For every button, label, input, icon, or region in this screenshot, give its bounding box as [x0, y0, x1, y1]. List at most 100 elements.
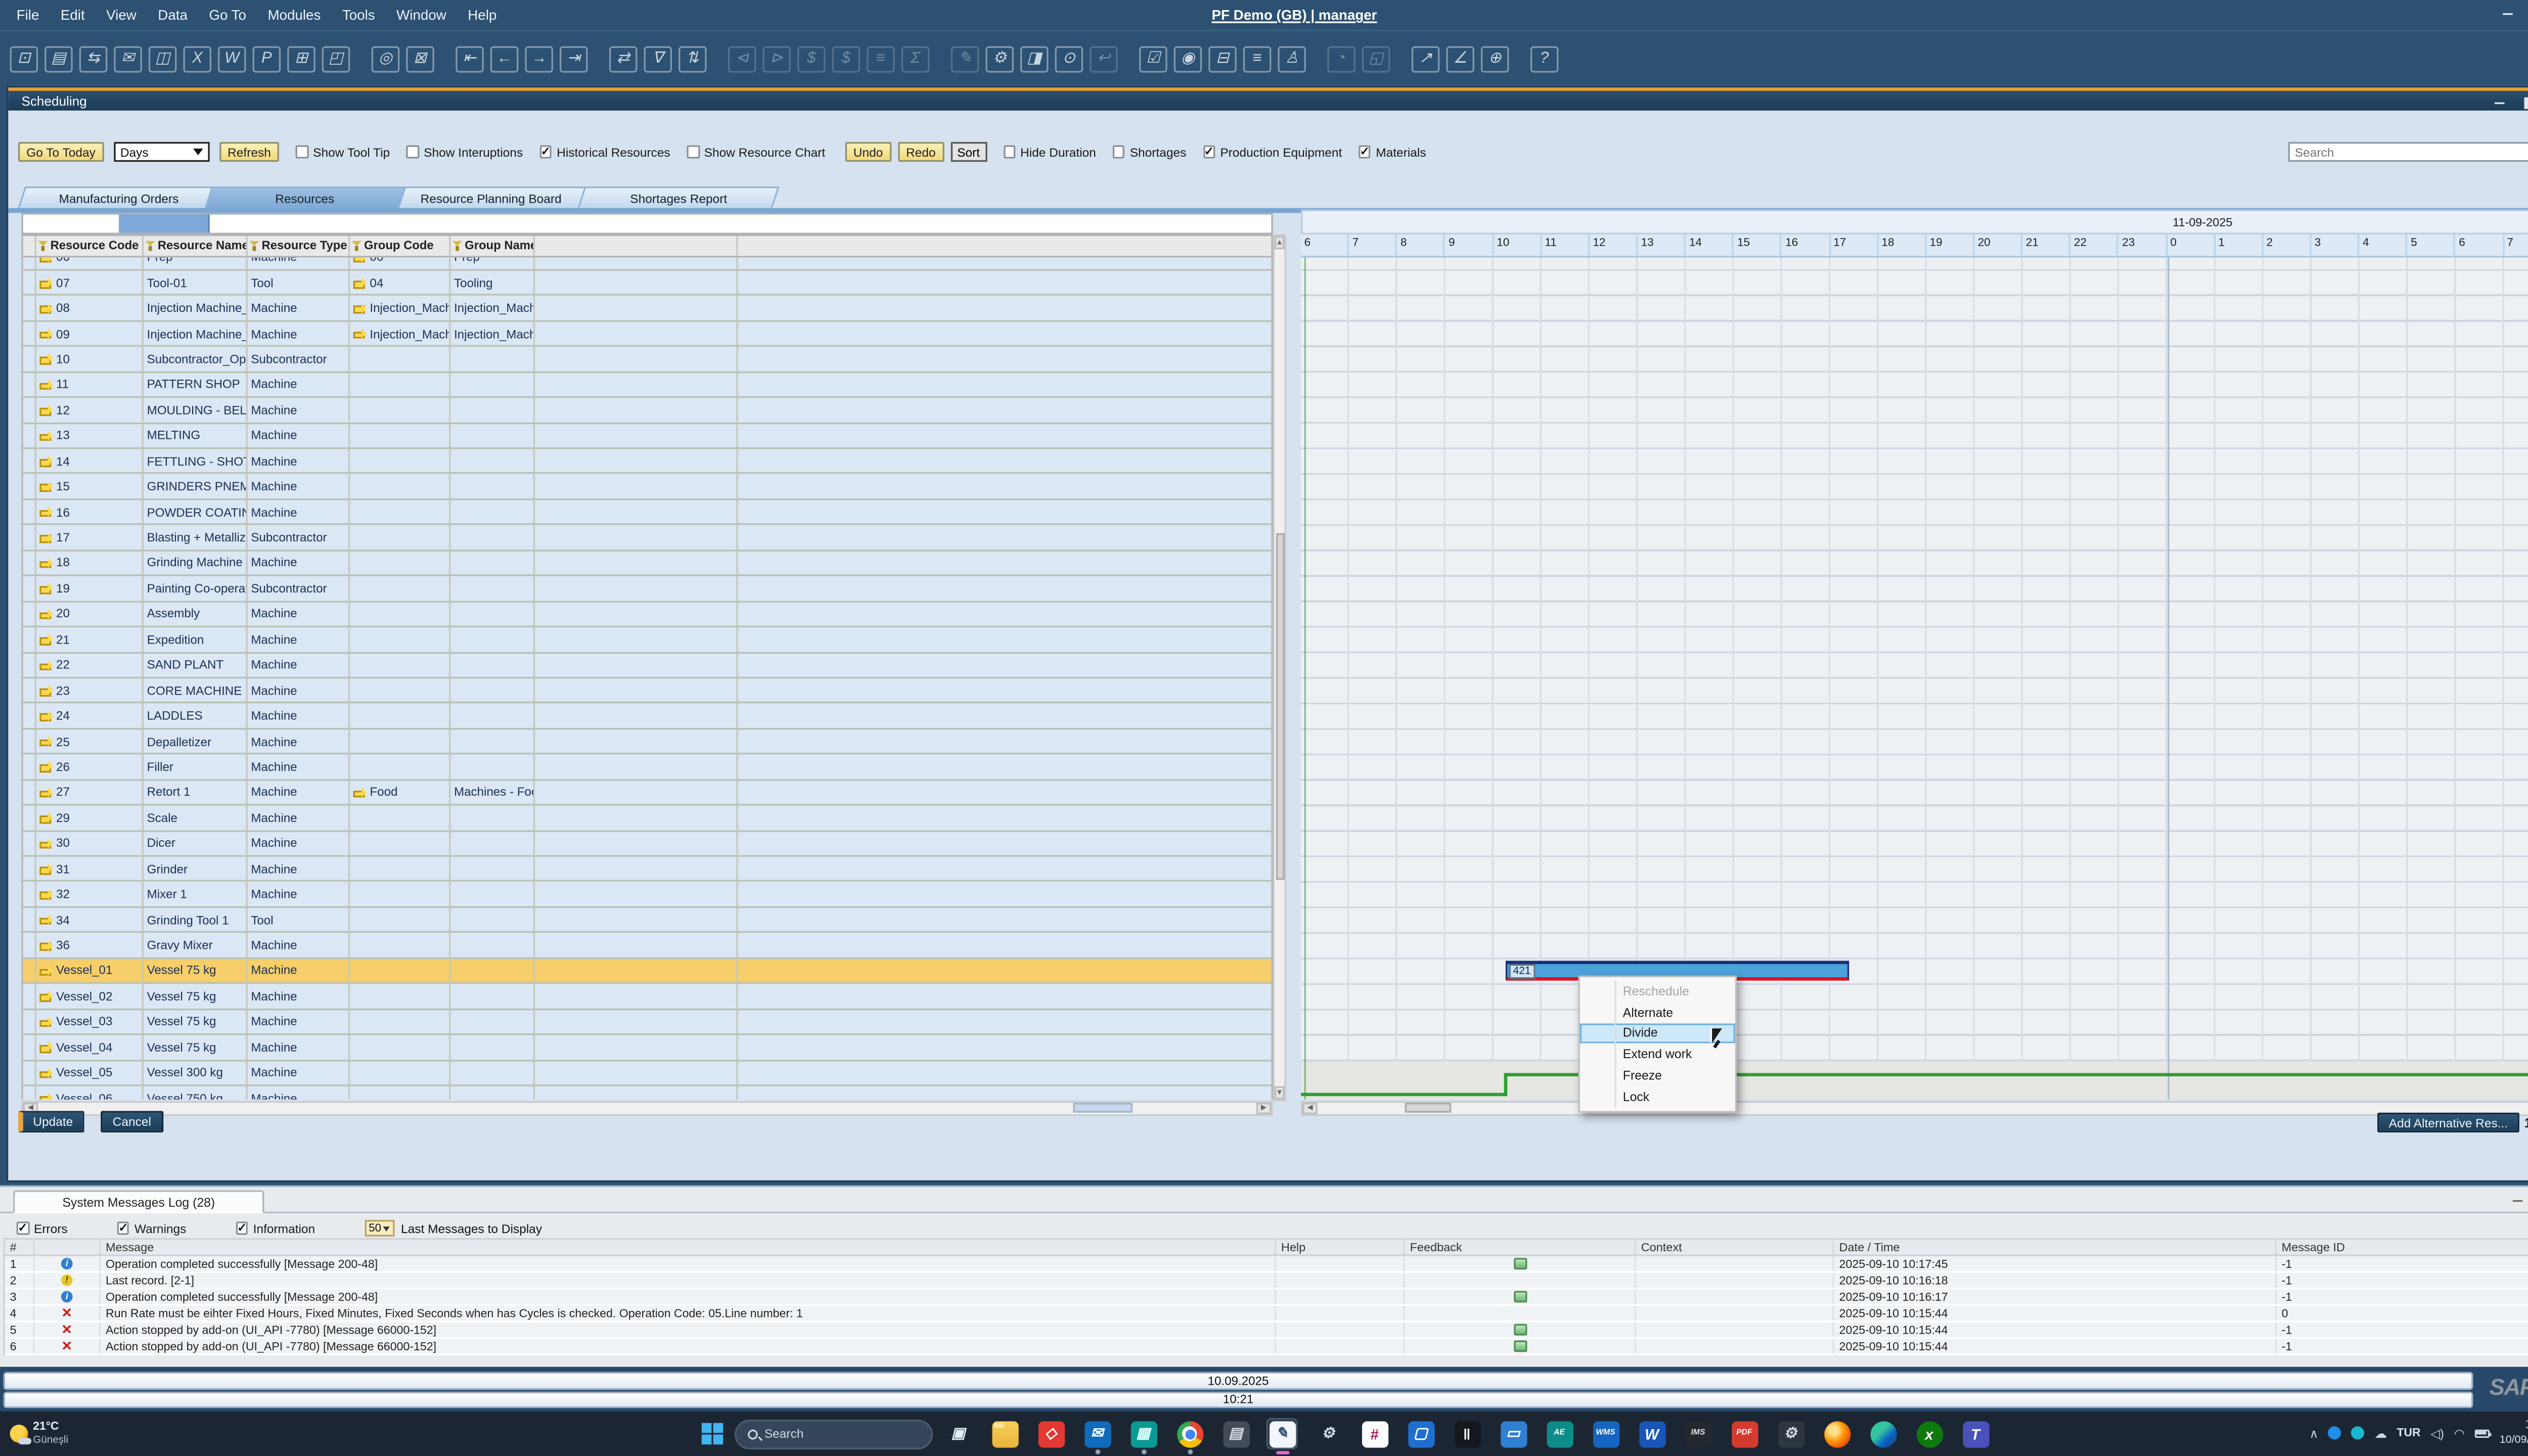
- firefox-icon[interactable]: [1821, 1418, 1853, 1449]
- resource-type-cell[interactable]: Machine: [248, 755, 350, 780]
- group-code-cell[interactable]: [350, 653, 450, 678]
- resource-name-cell[interactable]: Vessel 75 kg: [144, 1010, 248, 1035]
- stacked-windows-icon[interactable]: ▣: [942, 1418, 974, 1449]
- find-icon[interactable]: ◎: [372, 46, 400, 72]
- group-name-cell[interactable]: [450, 525, 535, 551]
- system-messages-tab[interactable]: System Messages Log (28): [13, 1190, 264, 1213]
- resource-name-cell[interactable]: MOULDING - BELLOI: [144, 398, 248, 423]
- checkbox-box-icon[interactable]: [407, 146, 419, 158]
- table-row[interactable]: 29 Scale Machine: [23, 806, 1272, 831]
- resource-type-cell[interactable]: Machine: [248, 1061, 350, 1086]
- resource-name-cell[interactable]: Expedition: [144, 627, 248, 653]
- checkbox-box-icon[interactable]: [1203, 146, 1215, 158]
- group-code-cell[interactable]: [350, 806, 450, 831]
- resource-name-cell[interactable]: Painting Co-operation: [144, 576, 248, 602]
- resource-name-cell[interactable]: Filler: [144, 755, 248, 780]
- add-alternative-resource-button[interactable]: Add Alternative Res...: [2377, 1113, 2519, 1132]
- org-chart-icon[interactable]: ≡: [1243, 46, 1272, 72]
- table-row[interactable]: 14 FETTLING - SHOT BL Machine: [23, 449, 1272, 474]
- checkbox[interactable]: Show Interuptions: [407, 145, 523, 159]
- resource-name-cell[interactable]: Grinding Machine 01: [144, 551, 248, 576]
- scroll-left-icon[interactable]: ◀: [1302, 1102, 1317, 1114]
- taskbar-clock[interactable]: 10:21 10/09/2025: [2500, 1420, 2528, 1447]
- link-arrow-icon[interactable]: [39, 686, 53, 696]
- link-arrow-icon[interactable]: [39, 257, 53, 262]
- feedback-cell[interactable]: [1405, 1273, 1636, 1288]
- resource-type-cell[interactable]: Machine: [248, 780, 350, 805]
- feedback-icon[interactable]: [1513, 1341, 1526, 1351]
- message-row[interactable]: 3 Operation completed successfully [Mess…: [5, 1289, 2528, 1306]
- group-name-cell[interactable]: [450, 908, 535, 933]
- resource-code-cell[interactable]: 14: [36, 449, 144, 474]
- resource-type-cell[interactable]: Machine: [248, 806, 350, 831]
- message-text[interactable]: Operation completed successfully [Messag…: [101, 1289, 1276, 1304]
- resource-code-cell[interactable]: 11: [36, 373, 144, 398]
- search-input[interactable]: [2288, 142, 2528, 162]
- print-icon[interactable]: ▤: [44, 46, 73, 72]
- resource-name-cell[interactable]: Grinder: [144, 857, 248, 882]
- col-datetime[interactable]: Date / Time: [1834, 1240, 2277, 1254]
- link-arrow-icon[interactable]: [39, 940, 53, 950]
- tab[interactable]: Resources: [205, 187, 407, 208]
- group-name-cell[interactable]: [450, 424, 535, 449]
- link-arrow-icon[interactable]: [39, 838, 53, 848]
- group-code-cell[interactable]: [350, 1035, 450, 1061]
- message-text[interactable]: Action stopped by add-on (UI_API -7780) …: [101, 1339, 1276, 1353]
- resource-code-cell[interactable]: 12: [36, 398, 144, 423]
- taskbar-weather[interactable]: 21°CGüneşli: [10, 1421, 68, 1446]
- link-arrow-icon[interactable]: [39, 278, 53, 288]
- group-code-cell[interactable]: [350, 500, 450, 525]
- group-code-cell[interactable]: [350, 959, 450, 984]
- menu-item[interactable]: Go To: [209, 7, 246, 23]
- link-arrow-icon[interactable]: [39, 991, 53, 1002]
- column-header[interactable]: Resource Code: [36, 235, 144, 256]
- table-row[interactable]: 09 Injection Machine_02_ Machine Injecti…: [23, 322, 1272, 347]
- slack-icon[interactable]: #: [1359, 1418, 1390, 1449]
- wifi-icon[interactable]: ◠: [2454, 1426, 2465, 1441]
- table-row[interactable]: Vessel_06 Vessel 750 kg Machine: [23, 1086, 1272, 1099]
- undo-button[interactable]: Undo: [845, 142, 891, 162]
- file-explorer-icon[interactable]: [989, 1418, 1020, 1449]
- link-forward-icon[interactable]: ⊳: [763, 46, 791, 72]
- feedback-cell[interactable]: [1405, 1323, 1636, 1337]
- resource-code-cell[interactable]: 25: [36, 730, 144, 755]
- table-row[interactable]: 26 Filler Machine: [23, 755, 1272, 780]
- resource-type-cell[interactable]: Machine: [248, 1010, 350, 1035]
- cancel-button[interactable]: Cancel: [101, 1111, 163, 1132]
- resource-type-cell[interactable]: Machine: [248, 373, 350, 398]
- link-arrow-icon[interactable]: [39, 583, 53, 594]
- export-pdf-icon[interactable]: P: [253, 46, 281, 72]
- resource-name-cell[interactable]: CORE MACHINE: [144, 678, 248, 704]
- resource-code-cell[interactable]: Vessel_04: [36, 1035, 144, 1061]
- table-row[interactable]: 07 Tool-01 Tool 04 Tooling: [23, 270, 1272, 296]
- link-arrow-icon[interactable]: [39, 303, 53, 313]
- link-arrow-icon[interactable]: [39, 1017, 53, 1027]
- web-browser-icon[interactable]: ⊕: [1481, 46, 1509, 72]
- selected-filter-cell[interactable]: [119, 214, 210, 232]
- table-row[interactable]: 18 Grinding Machine 01 Machine: [23, 551, 1272, 576]
- table-row[interactable]: 13 MELTING Machine: [23, 424, 1272, 449]
- group-code-cell[interactable]: [350, 908, 450, 933]
- group-name-cell[interactable]: [450, 806, 535, 831]
- resource-code-cell[interactable]: Vessel_01: [36, 959, 144, 984]
- filter-checkbox[interactable]: Information: [236, 1221, 315, 1236]
- resource-type-cell[interactable]: Machine: [248, 1035, 350, 1061]
- group-code-cell[interactable]: [350, 933, 450, 959]
- group-name-cell[interactable]: Injection_Machines: [450, 296, 535, 322]
- table-row[interactable]: 30 Dicer Machine: [23, 831, 1272, 856]
- table-row[interactable]: 11 PATTERN SHOP Machine: [23, 373, 1272, 398]
- export-excel-icon[interactable]: X: [183, 46, 211, 72]
- resource-code-cell[interactable]: 23: [36, 678, 144, 704]
- checkbox[interactable]: Show Resource Chart: [687, 145, 825, 159]
- print-preview-icon[interactable]: ◫: [149, 46, 177, 72]
- context-menu-item[interactable]: Lock: [1580, 1086, 1735, 1108]
- resource-type-cell[interactable]: Machine: [248, 398, 350, 423]
- restore-icon[interactable]: [2522, 96, 2528, 110]
- minimize-icon[interactable]: [2509, 1194, 2526, 1208]
- edit-form-icon[interactable]: ◨: [1020, 46, 1049, 72]
- feedback-icon[interactable]: [1513, 1258, 1526, 1269]
- group-name-cell[interactable]: [450, 602, 535, 627]
- resource-name-cell[interactable]: FETTLING - SHOT BL: [144, 449, 248, 474]
- scrollbar-thumb[interactable]: [1275, 532, 1283, 879]
- group-name-cell[interactable]: [450, 755, 535, 780]
